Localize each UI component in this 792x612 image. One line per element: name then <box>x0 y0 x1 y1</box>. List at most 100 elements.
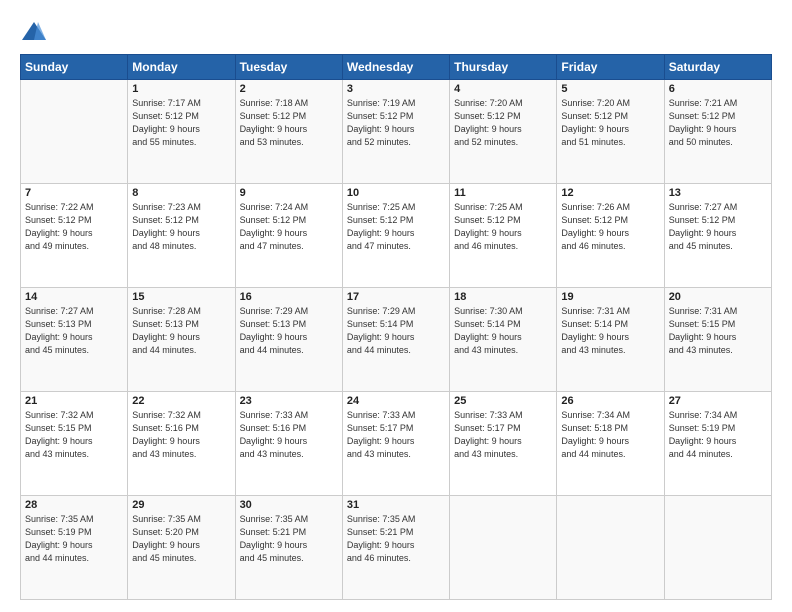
cell-info: Sunrise: 7:22 AM Sunset: 5:12 PM Dayligh… <box>25 201 123 253</box>
day-number: 4 <box>454 83 552 95</box>
cell-info: Sunrise: 7:35 AM Sunset: 5:19 PM Dayligh… <box>25 513 123 565</box>
cell-info: Sunrise: 7:33 AM Sunset: 5:17 PM Dayligh… <box>347 409 445 461</box>
calendar-page: SundayMondayTuesdayWednesdayThursdayFrid… <box>0 0 792 612</box>
calendar-cell: 22Sunrise: 7:32 AM Sunset: 5:16 PM Dayli… <box>128 392 235 496</box>
cell-info: Sunrise: 7:35 AM Sunset: 5:21 PM Dayligh… <box>240 513 338 565</box>
calendar-cell: 19 Sunrise: 7:31 AM Sunset: 5:14 PM Dayli… <box>557 288 664 392</box>
calendar-cell: 11 Sunrise: 7:25 AM Sunset: 5:12 PM Dayli… <box>450 184 557 288</box>
cell-info: Sunrise: 7:18 AM Sunset: 5:12 PM Dayligh… <box>240 97 338 149</box>
day-number: 2 <box>240 83 338 95</box>
cell-info: Sunrise: 7:25 AM Sunset: 5:12 PM Dayligh… <box>347 201 445 253</box>
header <box>20 18 772 46</box>
day-number: 30 <box>240 499 338 511</box>
weekday-header-saturday: Saturday <box>664 55 771 80</box>
calendar-cell: 30 Sunrise: 7:35 AM Sunset: 5:21 PM Dayli… <box>235 496 342 600</box>
day-number: 28 <box>25 499 123 511</box>
day-number: 8 <box>132 187 230 199</box>
cell-info: Sunrise: 7:34 AM Sunset: 5:18 PM Dayligh… <box>561 409 659 461</box>
calendar-cell: 2 Sunrise: 7:18 AM Sunset: 5:12 PM Daylig… <box>235 80 342 184</box>
day-number: 20 <box>669 291 767 303</box>
logo <box>20 18 52 46</box>
day-number: 26 <box>561 395 659 407</box>
day-number: 3 <box>347 83 445 95</box>
day-number: 15 <box>132 291 230 303</box>
cell-info: Sunrise: 7:29 AM Sunset: 5:13 PM Dayligh… <box>240 305 338 357</box>
cell-info: Sunrise: 7:27 AM Sunset: 5:12 PM Dayligh… <box>669 201 767 253</box>
cell-info: Sunrise: 7:19 AM Sunset: 5:12 PM Dayligh… <box>347 97 445 149</box>
calendar-cell <box>21 80 128 184</box>
cell-info: Sunrise: 7:26 AM Sunset: 5:12 PM Dayligh… <box>561 201 659 253</box>
weekday-header-sunday: Sunday <box>21 55 128 80</box>
calendar-cell: 1 Sunrise: 7:17 AM Sunset: 5:12 PM Daylig… <box>128 80 235 184</box>
weekday-header-row: SundayMondayTuesdayWednesdayThursdayFrid… <box>21 55 772 80</box>
cell-info: Sunrise: 7:33 AM Sunset: 5:17 PM Dayligh… <box>454 409 552 461</box>
calendar-week-row: 14 Sunrise: 7:27 AM Sunset: 5:13 PM Dayli… <box>21 288 772 392</box>
cell-info: Sunrise: 7:27 AM Sunset: 5:13 PM Dayligh… <box>25 305 123 357</box>
day-number: 11 <box>454 187 552 199</box>
cell-info: Sunrise: 7:23 AM Sunset: 5:12 PM Dayligh… <box>132 201 230 253</box>
calendar-cell: 18Sunrise: 7:30 AM Sunset: 5:14 PM Dayli… <box>450 288 557 392</box>
calendar-cell <box>557 496 664 600</box>
cell-info: Sunrise: 7:21 AM Sunset: 5:12 PM Dayligh… <box>669 97 767 149</box>
calendar-cell: 5Sunrise: 7:20 AM Sunset: 5:12 PM Daylig… <box>557 80 664 184</box>
calendar-cell: 27 Sunrise: 7:34 AM Sunset: 5:19 PM Dayli… <box>664 392 771 496</box>
day-number: 10 <box>347 187 445 199</box>
day-number: 18 <box>454 291 552 303</box>
day-number: 7 <box>25 187 123 199</box>
calendar-cell: 15 Sunrise: 7:28 AM Sunset: 5:13 PM Dayli… <box>128 288 235 392</box>
cell-info: Sunrise: 7:24 AM Sunset: 5:12 PM Dayligh… <box>240 201 338 253</box>
weekday-header-monday: Monday <box>128 55 235 80</box>
calendar-week-row: 7 Sunrise: 7:22 AM Sunset: 5:12 PM Daylig… <box>21 184 772 288</box>
day-number: 31 <box>347 499 445 511</box>
calendar-cell: 20Sunrise: 7:31 AM Sunset: 5:15 PM Dayli… <box>664 288 771 392</box>
day-number: 13 <box>669 187 767 199</box>
cell-info: Sunrise: 7:32 AM Sunset: 5:16 PM Dayligh… <box>132 409 230 461</box>
calendar-cell: 29Sunrise: 7:35 AM Sunset: 5:20 PM Dayli… <box>128 496 235 600</box>
cell-info: Sunrise: 7:28 AM Sunset: 5:13 PM Dayligh… <box>132 305 230 357</box>
day-number: 27 <box>669 395 767 407</box>
calendar-cell: 14 Sunrise: 7:27 AM Sunset: 5:13 PM Dayli… <box>21 288 128 392</box>
calendar-cell: 3 Sunrise: 7:19 AM Sunset: 5:12 PM Daylig… <box>342 80 449 184</box>
calendar-cell: 31Sunrise: 7:35 AM Sunset: 5:21 PM Dayli… <box>342 496 449 600</box>
calendar-cell <box>450 496 557 600</box>
day-number: 1 <box>132 83 230 95</box>
calendar-cell: 7 Sunrise: 7:22 AM Sunset: 5:12 PM Daylig… <box>21 184 128 288</box>
day-number: 19 <box>561 291 659 303</box>
cell-info: Sunrise: 7:25 AM Sunset: 5:12 PM Dayligh… <box>454 201 552 253</box>
calendar-cell: 28 Sunrise: 7:35 AM Sunset: 5:19 PM Dayli… <box>21 496 128 600</box>
day-number: 6 <box>669 83 767 95</box>
day-number: 12 <box>561 187 659 199</box>
calendar-cell: 9 Sunrise: 7:24 AM Sunset: 5:12 PM Daylig… <box>235 184 342 288</box>
calendar-cell: 6 Sunrise: 7:21 AM Sunset: 5:12 PM Daylig… <box>664 80 771 184</box>
day-number: 9 <box>240 187 338 199</box>
calendar-week-row: 21 Sunrise: 7:32 AM Sunset: 5:15 PM Dayli… <box>21 392 772 496</box>
cell-info: Sunrise: 7:20 AM Sunset: 5:12 PM Dayligh… <box>561 97 659 149</box>
day-number: 16 <box>240 291 338 303</box>
logo-icon <box>20 18 48 46</box>
cell-info: Sunrise: 7:29 AM Sunset: 5:14 PM Dayligh… <box>347 305 445 357</box>
calendar-week-row: 1 Sunrise: 7:17 AM Sunset: 5:12 PM Daylig… <box>21 80 772 184</box>
weekday-header-tuesday: Tuesday <box>235 55 342 80</box>
day-number: 25 <box>454 395 552 407</box>
cell-info: Sunrise: 7:34 AM Sunset: 5:19 PM Dayligh… <box>669 409 767 461</box>
day-number: 24 <box>347 395 445 407</box>
cell-info: Sunrise: 7:17 AM Sunset: 5:12 PM Dayligh… <box>132 97 230 149</box>
calendar-cell: 21 Sunrise: 7:32 AM Sunset: 5:15 PM Dayli… <box>21 392 128 496</box>
calendar-cell: 25 Sunrise: 7:33 AM Sunset: 5:17 PM Dayli… <box>450 392 557 496</box>
day-number: 14 <box>25 291 123 303</box>
weekday-header-thursday: Thursday <box>450 55 557 80</box>
calendar-cell: 10 Sunrise: 7:25 AM Sunset: 5:12 PM Dayli… <box>342 184 449 288</box>
day-number: 21 <box>25 395 123 407</box>
day-number: 23 <box>240 395 338 407</box>
day-number: 17 <box>347 291 445 303</box>
calendar-cell: 4 Sunrise: 7:20 AM Sunset: 5:12 PM Daylig… <box>450 80 557 184</box>
calendar-cell: 17 Sunrise: 7:29 AM Sunset: 5:14 PM Dayli… <box>342 288 449 392</box>
calendar-cell: 13 Sunrise: 7:27 AM Sunset: 5:12 PM Dayli… <box>664 184 771 288</box>
cell-info: Sunrise: 7:32 AM Sunset: 5:15 PM Dayligh… <box>25 409 123 461</box>
cell-info: Sunrise: 7:20 AM Sunset: 5:12 PM Dayligh… <box>454 97 552 149</box>
cell-info: Sunrise: 7:31 AM Sunset: 5:14 PM Dayligh… <box>561 305 659 357</box>
calendar-table: SundayMondayTuesdayWednesdayThursdayFrid… <box>20 54 772 600</box>
calendar-cell: 26 Sunrise: 7:34 AM Sunset: 5:18 PM Dayli… <box>557 392 664 496</box>
calendar-cell: 12 Sunrise: 7:26 AM Sunset: 5:12 PM Dayli… <box>557 184 664 288</box>
calendar-week-row: 28 Sunrise: 7:35 AM Sunset: 5:19 PM Dayli… <box>21 496 772 600</box>
